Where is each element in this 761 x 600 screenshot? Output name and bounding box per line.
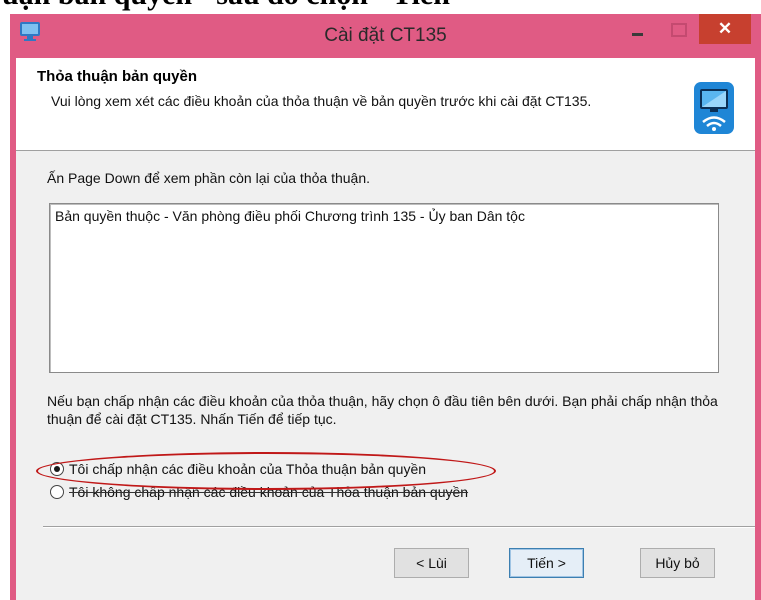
license-textbox[interactable]: Bản quyền thuộc - Văn phòng điều phối Ch… [49,203,719,373]
page-header: Thỏa thuận bản quyền Vui lòng xem xét cá… [16,58,755,151]
accept-note: Nếu bạn chấp nhận các điều khoản của thỏ… [47,393,718,427]
monitor-wifi-icon [694,82,734,134]
next-button[interactable]: Tiến > [509,548,584,578]
title-bar[interactable]: Cài đặt CT135 ✕ [10,14,761,58]
page-title: Thỏa thuận bản quyền [37,68,197,85]
decline-radio[interactable] [50,485,64,499]
accept-label[interactable]: Tôi chấp nhận các điều khoản của Thỏa th… [69,461,426,477]
instruction-text: Ấn Page Down để xem phần còn lại của thỏ… [47,170,370,186]
minimize-button[interactable] [620,14,656,44]
radio-selected-dot [54,466,60,472]
installer-client-area: Thỏa thuận bản quyền Vui lòng xem xét cá… [16,58,755,600]
decline-label[interactable]: Tôi không chấp nhận các điều khoản của T… [69,484,468,500]
close-icon: ✕ [717,19,733,38]
page-description: Vui lòng xem xét các điều khoản của thỏa… [51,93,592,109]
installer-window: Cài đặt CT135 ✕ Thỏa thuận bản quyền Vui… [10,14,761,600]
accept-radio[interactable] [50,462,64,476]
footer-divider [43,526,755,528]
license-text: Bản quyền thuộc - Văn phòng điều phối Ch… [55,208,525,224]
back-button[interactable]: < Lùi [394,548,469,578]
cancel-button[interactable]: Hủy bỏ [640,548,715,578]
maximize-button[interactable] [660,14,696,44]
close-button[interactable]: ✕ [699,14,751,44]
